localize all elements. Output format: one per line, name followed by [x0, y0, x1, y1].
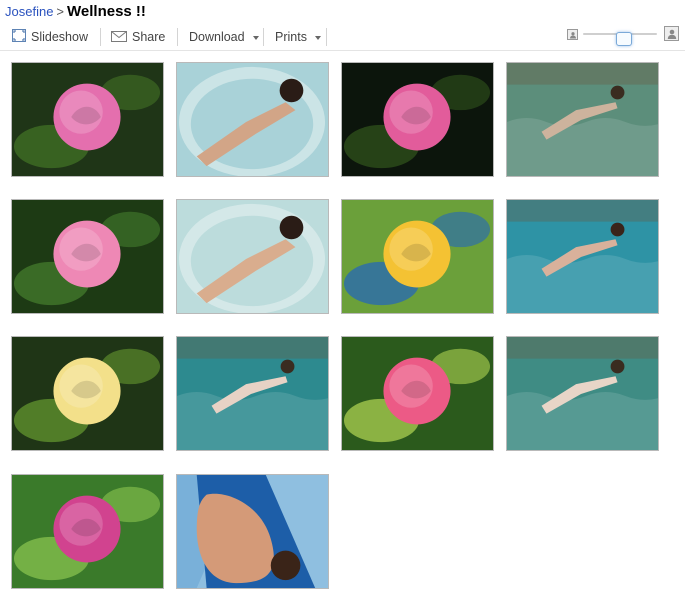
download-menu-button[interactable]: Download: [189, 28, 259, 46]
chevron-down-icon: [314, 35, 321, 40]
photo-thumbnail[interactable]: [176, 62, 329, 177]
photo-thumbnail[interactable]: [11, 336, 164, 451]
breadcrumb-parent-link[interactable]: Josefine: [5, 4, 53, 19]
photo-thumbnail[interactable]: [506, 199, 659, 314]
small-thumbnail-icon[interactable]: [567, 29, 578, 40]
page-title: Wellness !!: [67, 3, 146, 20]
photo-image: [507, 200, 658, 313]
photo-image: [12, 475, 163, 588]
photo-image: [342, 337, 493, 450]
share-label: Share: [132, 30, 166, 44]
photo-thumbnail[interactable]: [176, 474, 329, 589]
photo-thumbnail[interactable]: [341, 62, 494, 177]
photo-thumbnail[interactable]: [506, 62, 659, 177]
photo-image: [177, 200, 328, 313]
slideshow-icon: [12, 28, 26, 47]
photo-image: [507, 337, 658, 450]
toolbar-divider: [100, 28, 101, 46]
photo-image: [177, 63, 328, 176]
share-button[interactable]: Share: [111, 28, 165, 46]
photo-image: [342, 200, 493, 313]
photo-thumbnail[interactable]: [341, 199, 494, 314]
photo-thumbnail[interactable]: [11, 62, 164, 177]
slider-thumb[interactable]: [616, 32, 632, 46]
photo-thumbnail[interactable]: [506, 336, 659, 451]
photo-image: [342, 63, 493, 176]
thumbnail-size-slider: [567, 26, 679, 46]
photo-image: [177, 475, 328, 588]
toolbar-divider: [326, 28, 327, 46]
photo-image: [507, 63, 658, 176]
download-label: Download: [189, 30, 245, 44]
photo-image: [12, 63, 163, 176]
toolbar-divider: [263, 28, 264, 46]
prints-menu-button[interactable]: Prints: [275, 28, 321, 46]
photo-image: [177, 337, 328, 450]
slider-track[interactable]: [583, 32, 657, 46]
envelope-icon: [111, 29, 127, 47]
slideshow-button[interactable]: Slideshow: [12, 28, 88, 46]
breadcrumb-separator: >: [56, 4, 65, 19]
prints-label: Prints: [275, 30, 307, 44]
chevron-down-icon: [252, 35, 259, 40]
photo-thumbnail[interactable]: [176, 199, 329, 314]
photo-thumbnail[interactable]: [11, 474, 164, 589]
toolbar-divider: [177, 28, 178, 46]
photo-image: [12, 200, 163, 313]
photo-thumbnail[interactable]: [11, 199, 164, 314]
photo-thumbnail[interactable]: [341, 336, 494, 451]
slideshow-label: Slideshow: [31, 30, 88, 44]
breadcrumb: Josefine > Wellness !!: [5, 3, 146, 21]
photo-thumbnail[interactable]: [176, 336, 329, 451]
photo-image: [12, 337, 163, 450]
large-thumbnail-icon[interactable]: [664, 26, 679, 41]
